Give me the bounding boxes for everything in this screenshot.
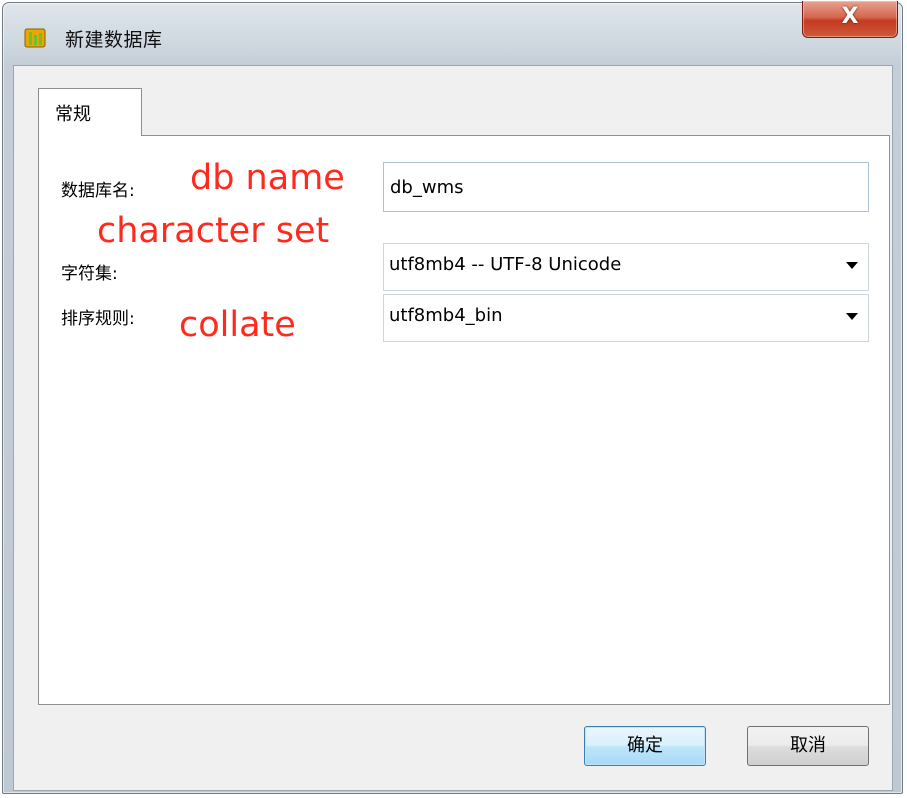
db-name-input[interactable] xyxy=(383,162,869,212)
db-name-label: 数据库名: xyxy=(61,181,135,201)
collation-label: 排序规则: xyxy=(61,309,135,329)
database-icon xyxy=(24,28,46,48)
general-panel: 数据库名: 字符集: utf8mb4 -- UTF-8 Unicode 排序规则… xyxy=(38,135,890,705)
annotation-collation: collate xyxy=(179,305,296,345)
close-button[interactable]: X xyxy=(802,1,898,38)
close-icon: X xyxy=(841,4,859,29)
annotation-db-name: db name xyxy=(190,158,345,198)
annotation-charset: character set xyxy=(97,211,330,251)
dialog-window: 新建数据库 X 常规 数据库名: 字符集: utf8mb4 -- UTF-8 U… xyxy=(2,1,903,794)
tab-general-label: 常规 xyxy=(55,104,91,125)
dialog-body: 常规 数据库名: 字符集: utf8mb4 -- UTF-8 Unicode 排… xyxy=(13,65,893,791)
title-bar[interactable]: 新建数据库 X xyxy=(3,1,902,63)
charset-select[interactable]: utf8mb4 -- UTF-8 Unicode xyxy=(383,243,869,291)
chevron-down-icon xyxy=(846,262,858,269)
collation-select[interactable]: utf8mb4_bin xyxy=(383,294,869,342)
collation-value: utf8mb4_bin xyxy=(389,305,503,326)
cancel-button[interactable]: 取消 xyxy=(747,726,869,766)
charset-label: 字符集: xyxy=(61,264,118,284)
chevron-down-icon xyxy=(846,313,858,320)
charset-value: utf8mb4 -- UTF-8 Unicode xyxy=(389,254,622,275)
ok-button[interactable]: 确定 xyxy=(584,726,706,766)
tab-general[interactable]: 常规 xyxy=(38,88,142,136)
window-title: 新建数据库 xyxy=(65,29,163,51)
